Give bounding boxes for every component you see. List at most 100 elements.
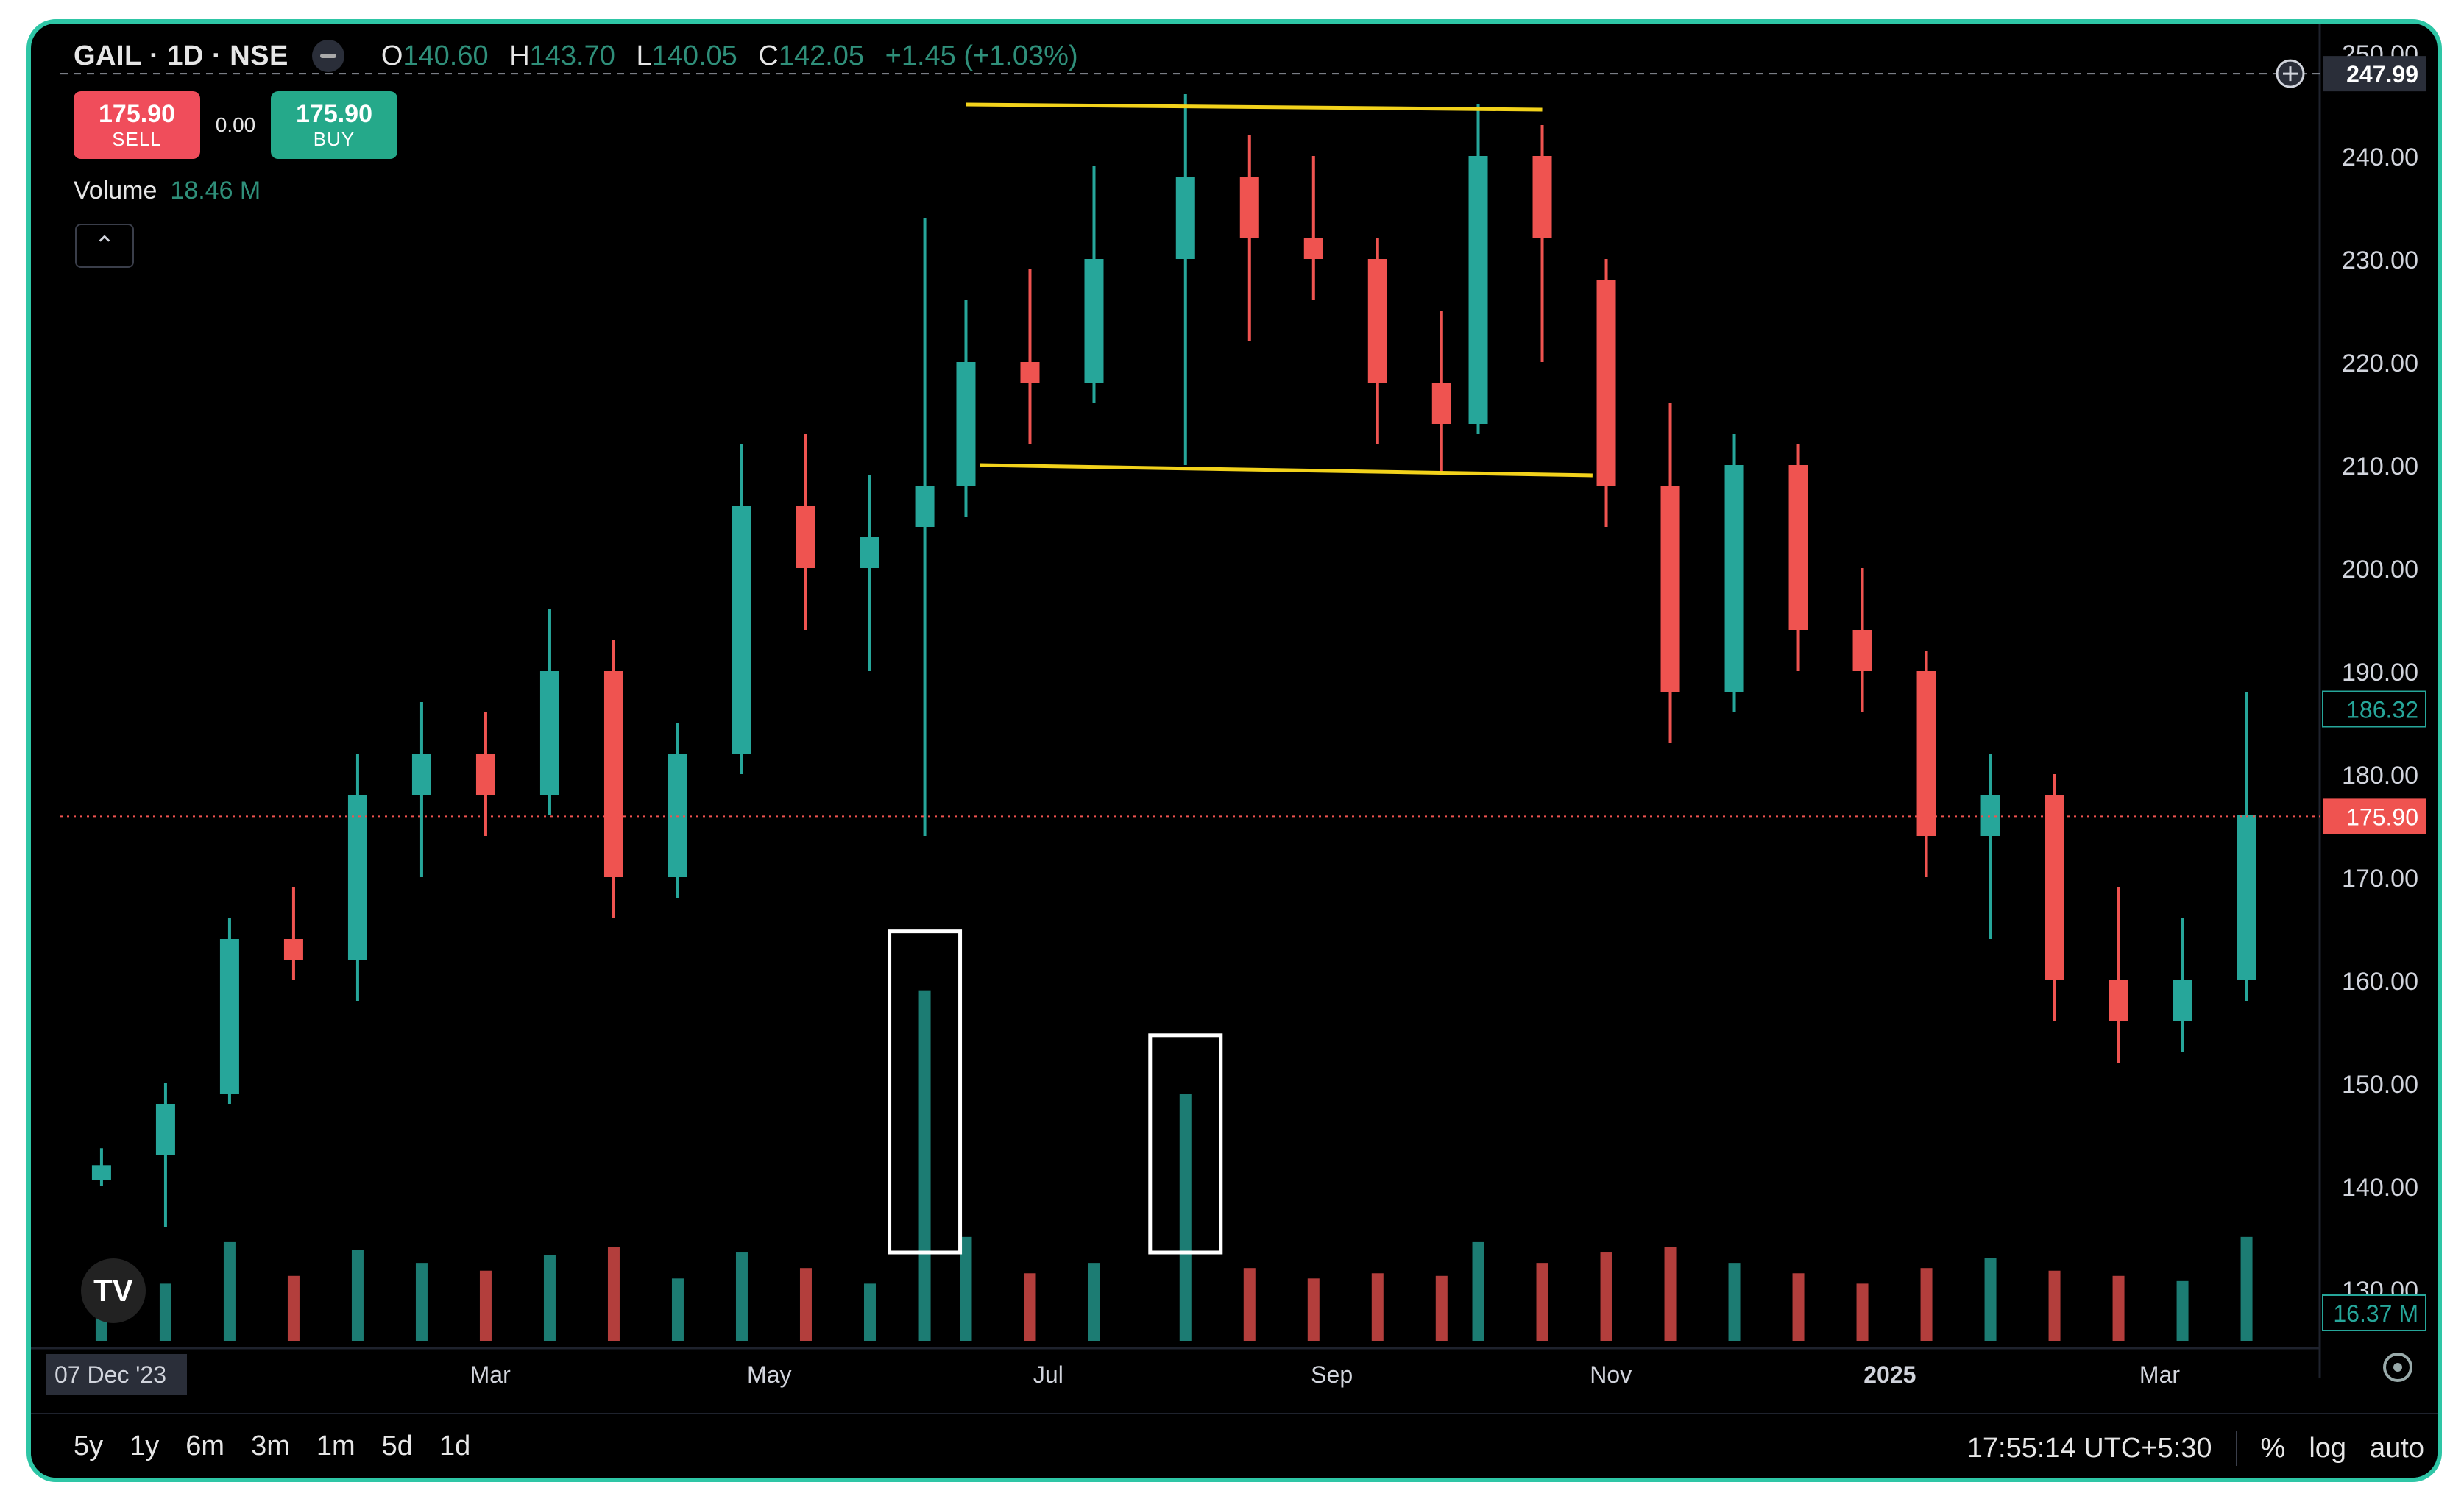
chevron-up-icon: ⌃ [93,232,116,260]
y-tick-label: 180.00 [2342,762,2418,790]
price-markers: 247.99 186.32 175.90 16.37 M [60,56,2426,1331]
low-value: 140.05 [651,40,737,71]
time-axis[interactable]: 07 Dec '23 Mar May Jul Sep Nov 2025 Mar [46,1354,2180,1395]
candle-body [1303,238,1323,259]
collapse-legend-button[interactable]: ⌃ [75,224,134,268]
high-value: 143.70 [529,40,615,71]
volume-bar [1179,1094,1192,1341]
range-5d-button[interactable]: 5d [382,1431,413,1462]
candle-body [1596,280,1616,486]
candle-body [2045,795,2064,980]
scale-controls: 17:55:14 UTC+5:30 % log auto [1967,1431,2424,1466]
range-3m-button[interactable]: 3m [251,1431,290,1462]
range-1m-button[interactable]: 1m [316,1431,355,1462]
range-6m-button[interactable]: 6m [185,1431,224,1462]
y-tick-label: 200.00 [2342,556,2418,584]
symbol-title[interactable]: GAIL · 1D · NSE [74,40,288,72]
range-buttons: 5y 1y 6m 3m 1m 5d 1d [74,1431,470,1462]
candle-body [668,754,687,877]
low-label: L [636,40,652,71]
y-tick-label: 190.00 [2342,659,2418,687]
candle-body [1724,465,1744,692]
buy-price: 175.90 [296,100,372,128]
volume-bar [1984,1258,1997,1341]
y-tick-label: 220.00 [2342,350,2418,378]
volume-bar [1792,1273,1805,1341]
volume-bar [1856,1283,1869,1341]
trendlines [966,102,1593,478]
volume-bar [543,1255,556,1341]
trendline [980,463,1593,478]
candle-body [475,754,495,795]
x-tick-label: 07 Dec '23 [54,1361,166,1388]
candle-body [796,506,815,568]
tradingview-logo-icon[interactable]: TV [81,1258,146,1323]
grid-lines [31,24,2321,1378]
y-tick-label: 210.00 [2342,453,2418,481]
candle-body [956,362,976,486]
volume-bar [1920,1268,1933,1341]
candle-body [283,939,303,960]
candle-body [2237,815,2256,980]
buy-label: BUY [313,128,355,150]
buy-button[interactable]: 175.90 BUY [271,91,397,159]
chart-window: 250.00 240.00 230.00 220.00 210.00 200.00 190.… [26,19,2442,1482]
candle-body [155,1104,175,1155]
volume-bar [2048,1270,2061,1341]
volume-bar [799,1268,812,1341]
candle-body [1431,383,1451,424]
y-tick-label: 150.00 [2342,1071,2418,1099]
auto-scale-toggle[interactable]: auto [2370,1433,2424,1464]
candlestick-chart[interactable]: 250.00240.00230.00220.00210.00200.00190.… [31,24,2438,1478]
volume-bar [2240,1236,2253,1341]
volume-value: 18.46 M [170,177,261,205]
volume-bar [863,1283,876,1341]
close-value: 142.05 [778,40,865,71]
candle-body [1175,177,1195,259]
candle-body [347,795,367,960]
toolbar-divider [2235,1431,2237,1466]
percent-scale-toggle[interactable]: % [2261,1433,2286,1464]
y-tick-label: 240.00 [2342,143,2418,171]
range-5y-button[interactable]: 5y [74,1431,103,1462]
candle-body [2173,980,2192,1021]
volume-bar [607,1247,620,1341]
candle-body [539,671,559,795]
volume-bar [671,1278,684,1341]
volume-bar [159,1283,171,1341]
volume-label: Volume [74,177,157,205]
price-marker-label: 175.90 [2346,804,2418,830]
sell-price: 175.90 [99,100,175,128]
candle-body [91,1165,111,1180]
candle-body [2109,980,2128,1021]
candle-body [732,506,751,754]
candle-body [1660,486,1680,692]
settings-icon[interactable] [2383,1353,2412,1382]
candle-body [1239,177,1259,238]
minus-icon[interactable] [311,40,344,72]
chart-header: GAIL · 1D · NSE O140.60 H143.70 L140.05 … [74,40,1078,72]
log-scale-toggle[interactable]: log [2309,1433,2346,1464]
highlight-boxes [888,929,1223,1255]
volume-bar [2176,1280,2189,1341]
price-axis[interactable]: 250.00240.00230.00220.00210.00200.00190.… [2342,40,2418,1305]
volume-bar [1243,1268,1256,1341]
volume-bar [1435,1275,1448,1341]
volume-bar [1536,1263,1548,1341]
range-1d-button[interactable]: 1d [439,1431,470,1462]
volume-bar [1088,1263,1100,1341]
volume-bar [918,990,931,1341]
volume-bar [287,1275,300,1341]
y-tick-label: 160.00 [2342,968,2418,996]
y-tick-label: 230.00 [2342,247,2418,274]
bottom-toolbar: 5y 1y 6m 3m 1m 5d 1d 17:55:14 UTC+5:30 %… [31,1413,2438,1478]
candle-body [1788,465,1808,630]
range-1y-button[interactable]: 1y [130,1431,159,1462]
clock-readout[interactable]: 17:55:14 UTC+5:30 [1967,1433,2212,1464]
sell-button[interactable]: 175.90 SELL [74,91,200,159]
close-label: C [758,40,779,71]
open-value: 140.60 [403,40,489,71]
candle-body [1084,259,1104,383]
candle-body [1980,795,2000,836]
volume-legend[interactable]: Volume 18.46 M [74,177,261,205]
